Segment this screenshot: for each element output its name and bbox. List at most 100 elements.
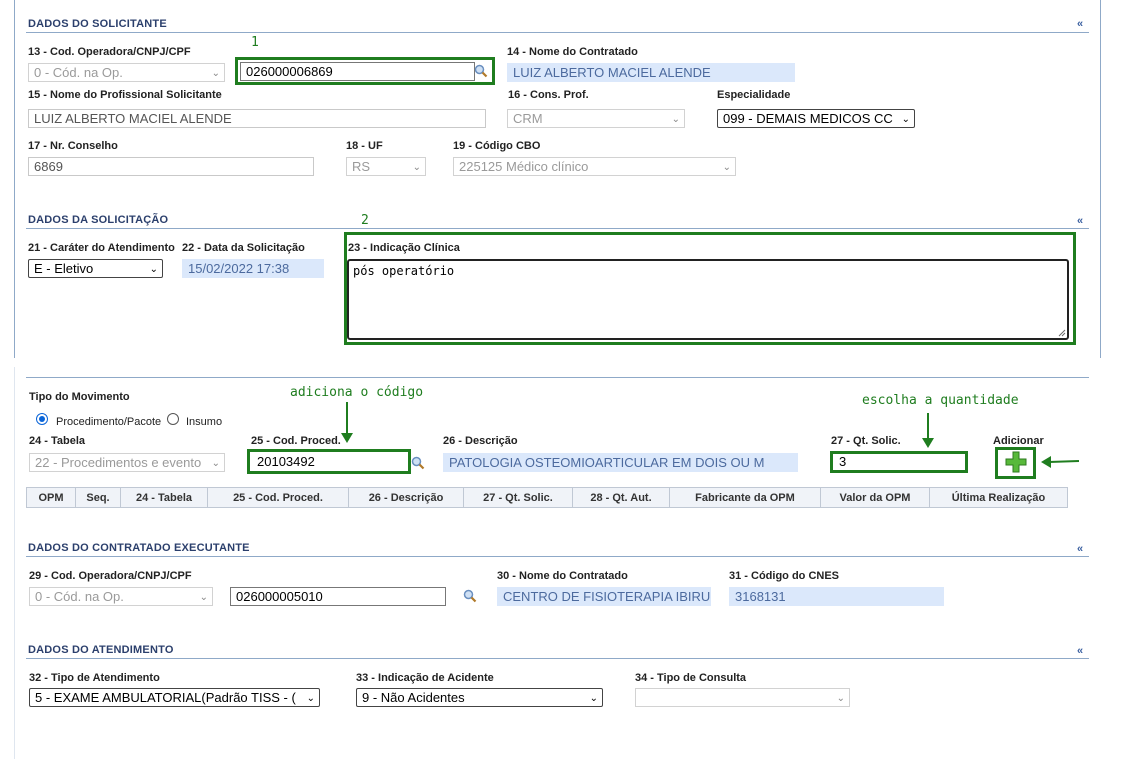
radio-insumo-label[interactable]: Insumo [186, 416, 222, 428]
indicacao-text: pós operatório [353, 264, 455, 278]
tipo-consulta-select[interactable]: ⌄ [635, 688, 850, 707]
qt-solic-input[interactable]: 3 [834, 453, 964, 472]
annotation-arrow-left-icon [1041, 456, 1079, 468]
cbo-label: 19 - Código CBO [453, 140, 541, 152]
procedimentos-table: OPM Seq. 24 - Tabela 25 - Cod. Proced. 2… [26, 487, 1068, 508]
acidente-label: 33 - Indicação de Acidente [356, 672, 494, 684]
cbo-select-value: 225125 Médico clínico [459, 159, 589, 174]
column-header: Fabricante da OPM [669, 487, 821, 508]
exec-cod-operadora-label: 29 - Cod. Operadora/CNPJ/CPF [29, 570, 192, 582]
section-divider [26, 32, 1089, 33]
panel-border-right [1100, 0, 1101, 358]
tipo-atendimento-select[interactable]: 5 - EXAME AMBULATORIAL(Padrão TISS - ( ⌄ [29, 688, 320, 707]
section-divider [26, 377, 1089, 378]
acidente-select-value: 9 - Não Acidentes [362, 690, 465, 705]
chevron-down-icon: ⌄ [149, 264, 158, 275]
chevron-down-icon: ⌄ [412, 162, 421, 173]
collapse-toggle-executante[interactable]: « [1077, 543, 1083, 555]
column-header: Valor da OPM [820, 487, 930, 508]
nr-conselho-label: 17 - Nr. Conselho [28, 140, 118, 152]
nome-profissional-field: LUIZ ALBERTO MACIEL ALENDE [28, 109, 486, 128]
especialidade-select-value: 099 - DEMAIS MEDICOS CC [723, 111, 893, 126]
adicionar-label: Adicionar [993, 435, 1044, 447]
carater-label: 21 - Caráter do Atendimento [28, 242, 175, 254]
tabela-select-value: 22 - Procedimentos e evento [35, 455, 202, 470]
especialidade-select[interactable]: 099 - DEMAIS MEDICOS CC ⌄ [717, 109, 915, 128]
column-header: 26 - Descrição [348, 487, 464, 508]
nr-conselho-field: 6869 [28, 157, 314, 176]
cod-proced-label: 25 - Cod. Proced. [251, 435, 341, 447]
section-title-solicitacao: DADOS DA SOLICITAÇÃO [28, 214, 169, 226]
chevron-down-icon: ⌄ [722, 162, 731, 173]
acidente-select[interactable]: 9 - Não Acidentes ⌄ [356, 688, 603, 707]
chevron-down-icon: ⌄ [199, 592, 208, 603]
column-header: 27 - Qt. Solic. [463, 487, 573, 508]
panel-border-left-lower [14, 367, 15, 759]
search-icon[interactable] [411, 456, 425, 470]
annotation-adiciona-codigo: adiciona o código [290, 385, 424, 400]
tipo-consulta-label: 34 - Tipo de Consulta [635, 672, 747, 684]
tipo-atendimento-select-value: 5 - EXAME AMBULATORIAL(Padrão TISS - ( [35, 690, 296, 705]
exec-nome-label: 30 - Nome do Contratado [497, 570, 628, 582]
section-divider [26, 228, 1089, 229]
radio-insumo[interactable] [167, 413, 179, 425]
annotation-arrow-down-icon [341, 402, 353, 443]
collapse-toggle-atendimento[interactable]: « [1077, 645, 1083, 657]
especialidade-label: Especialidade [717, 89, 791, 101]
chevron-down-icon: ⌄ [211, 455, 220, 471]
column-header: OPM [26, 487, 76, 508]
tabela-select[interactable]: 22 - Procedimentos e evento ⌄ [29, 453, 225, 472]
column-header: 24 - Tabela [120, 487, 208, 508]
data-solicitacao-field: 15/02/2022 17:38 [182, 259, 324, 278]
indicacao-label: 23 - Indicação Clínica [348, 242, 460, 254]
nome-contratado-field: LUIZ ALBERTO MACIEL ALENDE [507, 63, 795, 82]
annotation-highlight-cod-operadora [235, 57, 495, 85]
chevron-down-icon: ⌄ [836, 693, 845, 704]
cbo-select[interactable]: 225125 Médico clínico ⌄ [453, 157, 736, 176]
cons-prof-label: 16 - Cons. Prof. [508, 89, 589, 101]
cod-operadora-select[interactable]: 0 - Cód. na Op. ⌄ [28, 63, 225, 82]
exec-cod-operadora-select[interactable]: 0 - Cód. na Op. ⌄ [29, 587, 213, 606]
descricao-label: 26 - Descrição [443, 435, 518, 447]
cons-prof-select-value: CRM [513, 111, 543, 126]
section-title-atendimento: DADOS DO ATENDIMENTO [28, 644, 174, 656]
column-header: 28 - Qt. Aut. [572, 487, 670, 508]
exec-cod-operadora-input[interactable]: 026000005010 [230, 587, 446, 606]
qt-solic-label: 27 - Qt. Solic. [831, 435, 901, 447]
section-divider [26, 556, 1089, 557]
chevron-down-icon: ⌄ [899, 111, 910, 127]
uf-label: 18 - UF [346, 140, 383, 152]
collapse-toggle-solicitante[interactable]: « [1077, 18, 1083, 30]
section-title-executante: DADOS DO CONTRATADO EXECUTANTE [28, 542, 250, 554]
cons-prof-select[interactable]: CRM ⌄ [507, 109, 685, 128]
chevron-down-icon: ⌄ [671, 114, 680, 125]
tipo-atendimento-label: 32 - Tipo de Atendimento [29, 672, 160, 684]
descricao-field: PATOLOGIA OSTEOMIOARTICULAR EM DOIS OU M [443, 453, 798, 472]
exec-cnes-field: 3168131 [729, 587, 944, 606]
indicacao-textarea[interactable]: pós operatório [347, 259, 1069, 340]
uf-select[interactable]: RS ⌄ [346, 157, 426, 176]
chevron-down-icon: ⌄ [211, 68, 220, 79]
column-header: Seq. [75, 487, 121, 508]
cod-operadora-select-value: 0 - Cód. na Op. [34, 65, 123, 80]
search-icon[interactable] [463, 589, 477, 603]
tipo-movimento-label: Tipo do Movimento [29, 391, 130, 403]
cod-proced-input[interactable]: 20103492 [252, 453, 406, 472]
uf-select-value: RS [352, 159, 371, 174]
resize-grip-icon[interactable] [1058, 329, 1066, 337]
add-plus-icon[interactable] [1005, 451, 1027, 473]
radio-dot [39, 416, 45, 422]
nome-contratado-label: 14 - Nome do Contratado [507, 46, 638, 58]
collapse-toggle-solicitacao[interactable]: « [1077, 215, 1083, 227]
annotation-step-2: 2 [361, 213, 369, 228]
annotation-escolha-quantidade: escolha a quantidade [862, 393, 1019, 408]
data-solicitacao-label: 22 - Data da Solicitação [182, 242, 305, 254]
radio-procedimento-label[interactable]: Procedimento/Pacote [56, 416, 161, 428]
carater-select[interactable]: E - Eletivo ⌄ [28, 259, 163, 278]
chevron-down-icon: ⌄ [589, 693, 598, 704]
column-header: Última Realização [929, 487, 1068, 508]
exec-cod-operadora-select-value: 0 - Cód. na Op. [35, 589, 124, 604]
carater-select-value: E - Eletivo [34, 261, 94, 276]
radio-procedimento[interactable] [36, 413, 48, 425]
annotation-arrow-down-icon [922, 413, 934, 448]
